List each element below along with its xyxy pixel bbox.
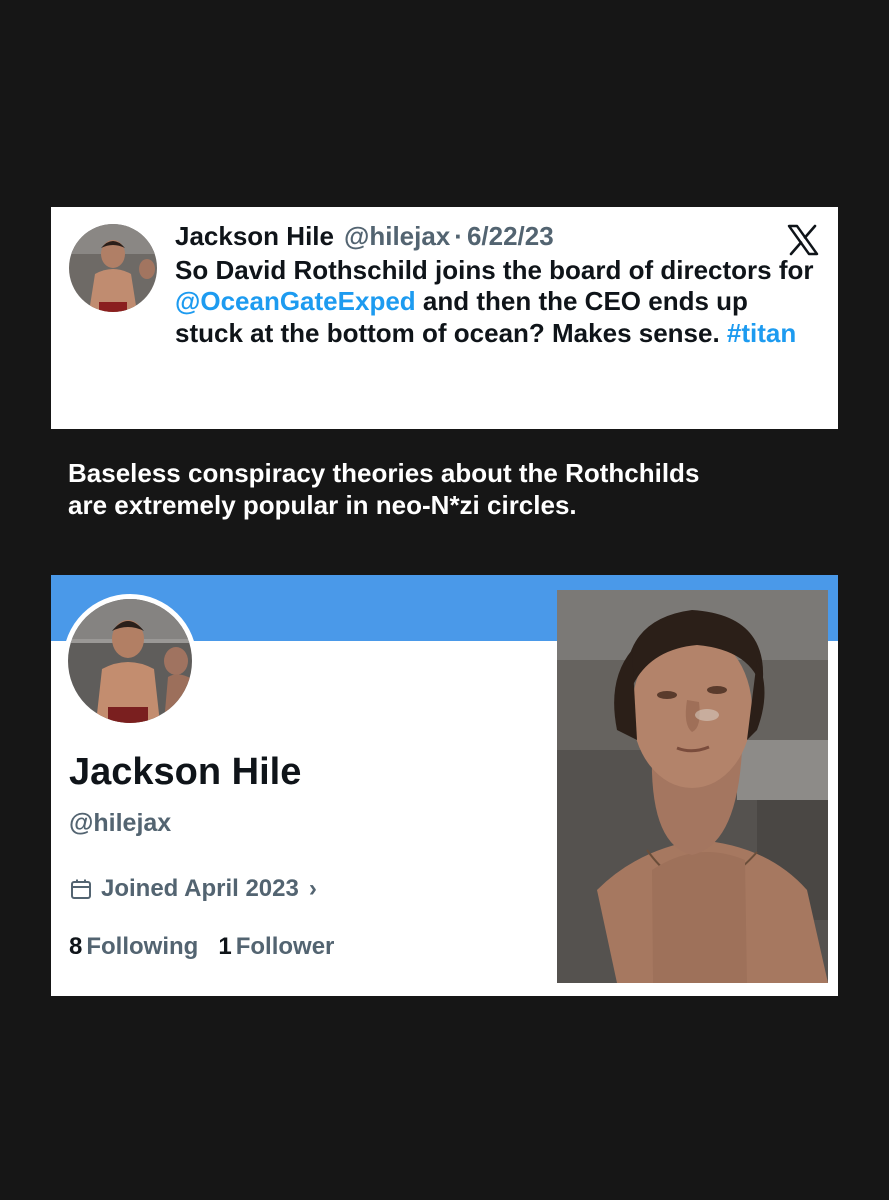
calendar-icon <box>71 879 91 899</box>
profile-name: Jackson Hile <box>69 751 302 793</box>
tweet-card[interactable]: Jackson Hile @hilejax · 6/22/23 So David… <box>51 207 838 429</box>
tweet-author-handle[interactable]: @hilejax <box>344 221 450 253</box>
x-logo-icon <box>786 223 820 257</box>
tweet-text: So David Rothschild joins the board of d… <box>175 255 815 350</box>
tweet-mention-link[interactable]: @OceanGateExped <box>175 286 416 316</box>
tweet-header: Jackson Hile @hilejax · 6/22/23 <box>175 221 815 253</box>
following-count: 8 <box>69 933 83 960</box>
follower-label: Follower <box>235 933 335 960</box>
followers-link[interactable]: 1 Follower <box>218 933 334 961</box>
caption-line-2: are extremely popular in neo-N*zi circle… <box>68 489 577 520</box>
following-label: Following <box>86 933 199 960</box>
tweet-body: Jackson Hile @hilejax · 6/22/23 So David… <box>175 221 815 350</box>
caption-line-1: Baseless conspiracy theories about the R… <box>68 458 700 488</box>
caption-text: Baseless conspiracy theories about the R… <box>68 458 848 522</box>
profile-joined-date[interactable]: Joined April 2023 › <box>69 875 317 903</box>
chevron-right-icon: › <box>308 875 317 902</box>
tweet-author-avatar[interactable] <box>69 224 157 312</box>
profile-joined-label: Joined April 2023 <box>101 875 299 902</box>
profile-handle: @hilejax <box>69 809 172 837</box>
profile-stats: 8 Following 1 Follower <box>69 933 334 961</box>
tweet-author-name[interactable]: Jackson Hile <box>175 221 334 253</box>
follower-count: 1 <box>218 933 232 960</box>
tweet-hashtag-link[interactable]: #titan <box>727 318 796 348</box>
following-link[interactable]: 8 Following <box>69 933 198 961</box>
profile-avatar[interactable] <box>63 594 197 728</box>
profile-photo <box>557 590 828 983</box>
profile-avatar-image <box>68 599 192 723</box>
tweet-text-part-1: So David Rothschild joins the board of d… <box>175 254 814 285</box>
tweet-date[interactable]: 6/22/23 <box>467 221 554 253</box>
profile-card: Jackson Hile @hilejax Joined April 2023 … <box>51 575 838 996</box>
tweet-separator: · <box>454 221 463 251</box>
